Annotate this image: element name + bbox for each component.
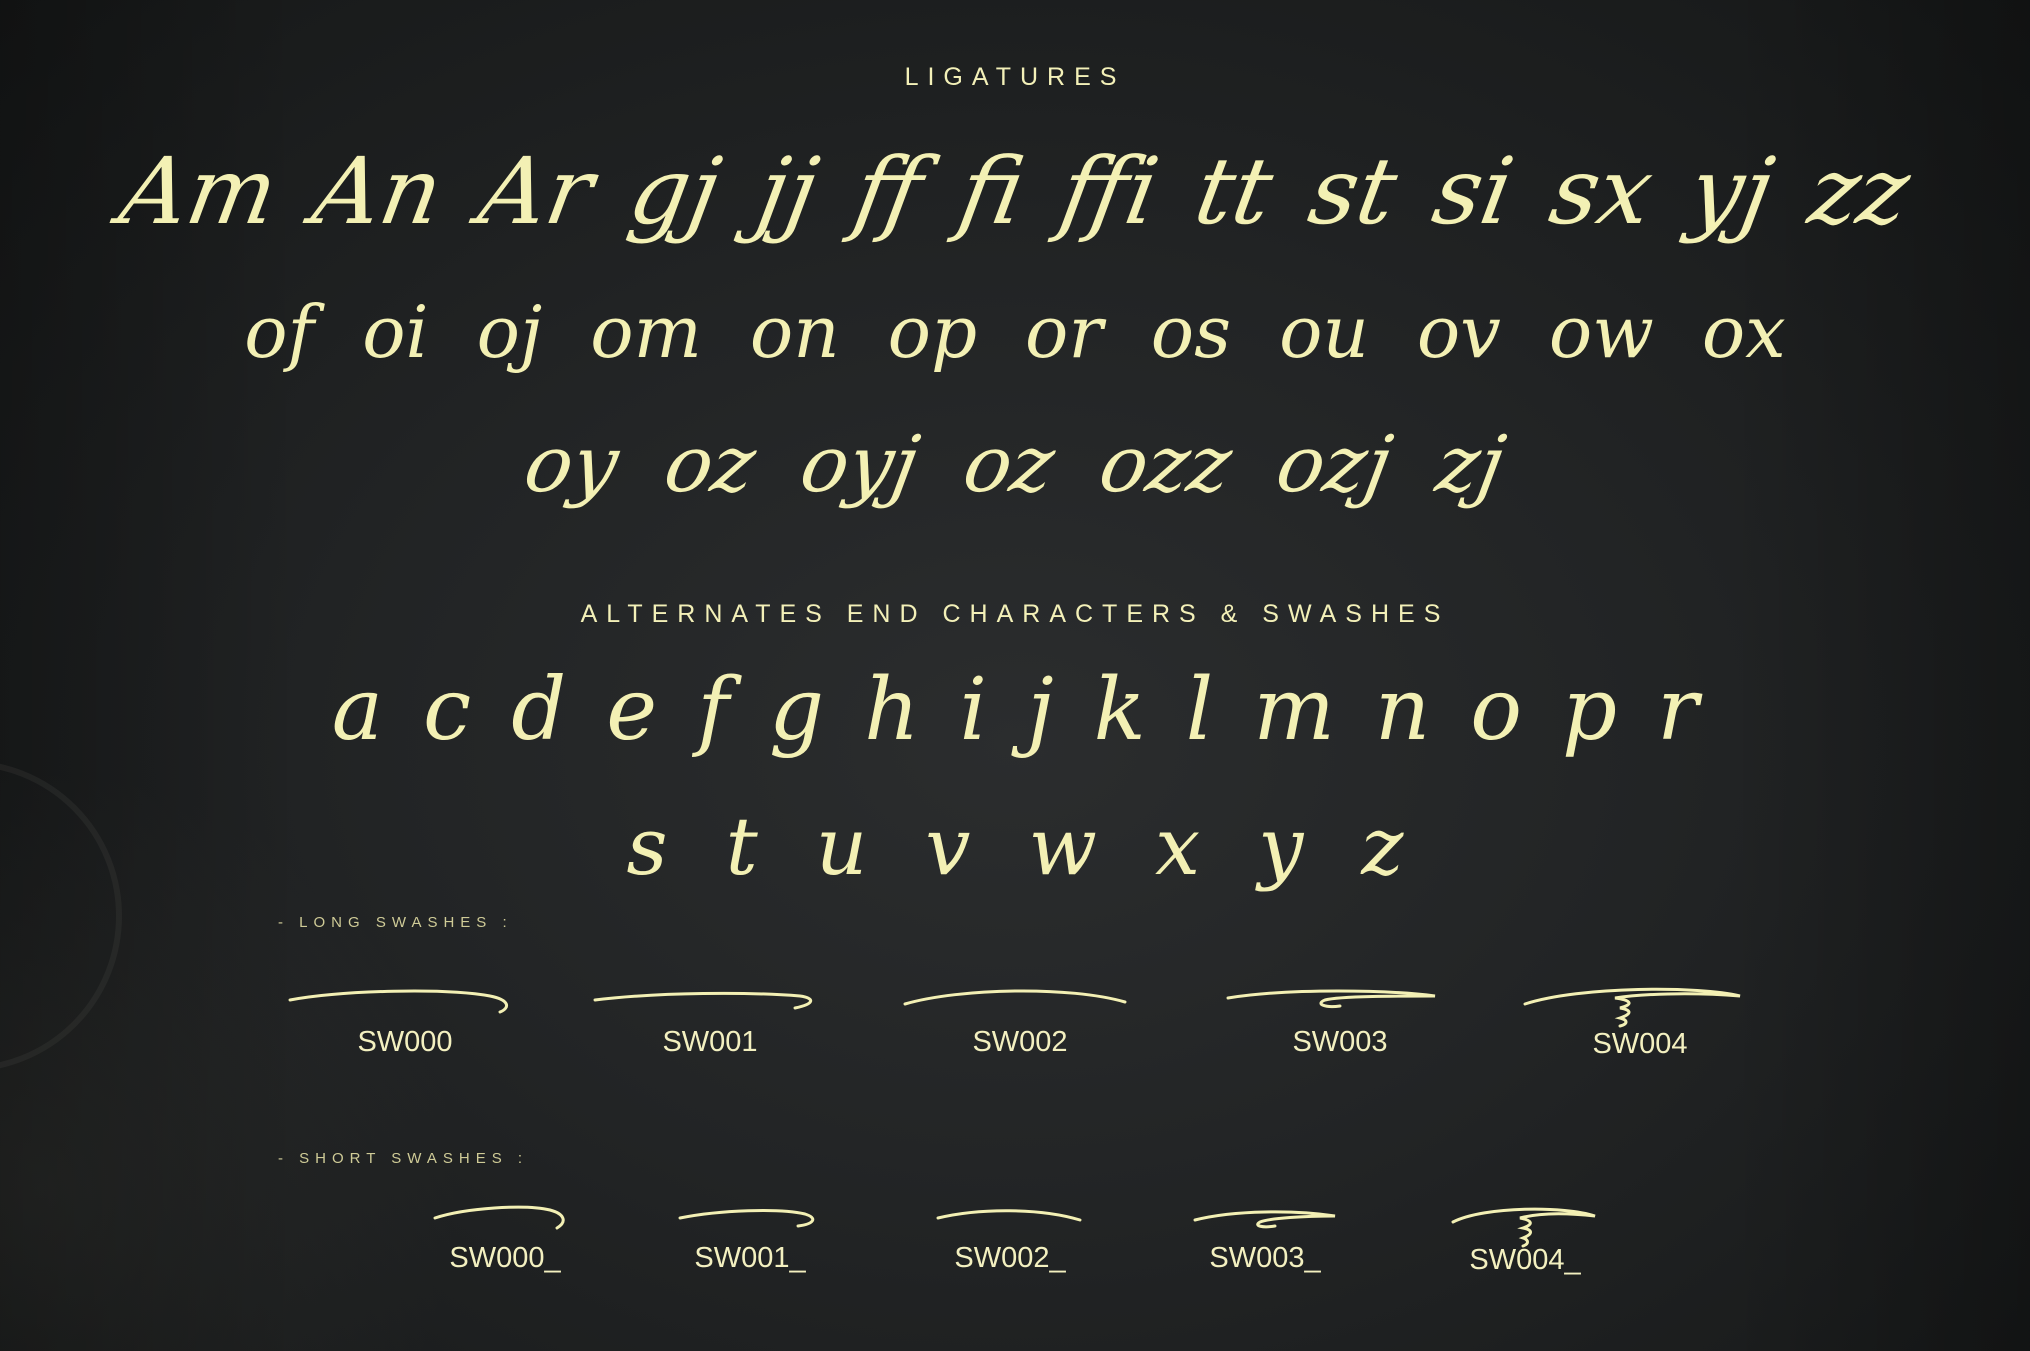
glyph: y xyxy=(1258,800,1304,893)
glyph: e xyxy=(606,660,658,760)
glyph: ou xyxy=(1279,290,1369,374)
glyph: l xyxy=(1185,660,1214,760)
swash-code: SW002_ xyxy=(954,1242,1066,1274)
glyph: x xyxy=(1154,800,1201,893)
swash-code: SW000_ xyxy=(449,1242,561,1274)
swash-sw004: SW004 xyxy=(1520,978,1760,1061)
swash-sw003-short: SW003_ xyxy=(1185,1200,1345,1275)
glyph: d xyxy=(511,660,567,760)
swash-sw000: SW000 xyxy=(285,978,525,1059)
swash-stroke xyxy=(936,1209,1082,1222)
glyph: ozz xyxy=(1092,420,1238,510)
glyph: t xyxy=(725,800,758,893)
ligatures-row-2: of oi oj om on op or os ou ov ow ox xyxy=(0,290,2030,374)
glyph: or xyxy=(1025,290,1103,374)
glyph: u xyxy=(815,800,868,893)
swash-code: SW001 xyxy=(662,1026,758,1058)
glyph: st xyxy=(1301,138,1405,245)
swash-stroke xyxy=(288,989,508,1014)
alternates-row-1: a c d e f g h i j k l m n o p r xyxy=(0,660,2030,760)
glyph: o xyxy=(1470,660,1523,760)
swash-code: SW004 xyxy=(1592,1028,1688,1060)
glyph: g xyxy=(769,660,825,760)
glyph: a xyxy=(331,660,384,760)
glyph: on xyxy=(749,290,840,374)
glyph: h xyxy=(864,660,920,760)
alternates-heading: ALTERNATES END CHARACTERS & SWASHES xyxy=(580,600,1450,628)
alternates-row-2: s t u v w x y z xyxy=(0,800,2030,893)
glyph: i xyxy=(959,660,987,760)
glyph: si xyxy=(1425,138,1522,245)
glyph: ox xyxy=(1701,290,1786,374)
swash-stroke xyxy=(433,1205,565,1230)
glyph: oz xyxy=(657,420,762,510)
glyph: m xyxy=(1253,660,1335,760)
glyph: w xyxy=(1028,800,1097,893)
glyph: gj xyxy=(621,138,729,245)
glyph: zj xyxy=(1430,420,1512,510)
ligatures-heading: LIGATURES xyxy=(904,63,1126,91)
ligatures-row-3: oy oz oyj oz ozz ozj zj xyxy=(0,420,2030,510)
glyph: fi xyxy=(951,138,1032,245)
glyph: Am xyxy=(112,138,285,245)
ligatures-row-1: Am An Ar gj jj ff fi ffi tt st si sx yj … xyxy=(0,138,2030,245)
glyph: oj xyxy=(476,290,543,374)
swash-sw000-short: SW000_ xyxy=(425,1200,585,1275)
glyph: Ar xyxy=(471,138,601,245)
glyph: f xyxy=(697,660,730,760)
swash-stroke xyxy=(1193,1210,1336,1229)
glyph: om xyxy=(590,290,702,374)
swash-code: SW003_ xyxy=(1209,1242,1321,1274)
glyph: oyj xyxy=(793,420,925,510)
glyph: s xyxy=(626,800,668,893)
font-specimen-poster: LIGATURES Am An Ar gj jj ff fi ffi tt st… xyxy=(0,0,2030,1351)
glyph: op xyxy=(887,290,978,374)
glyph: zz xyxy=(1802,138,1918,245)
glyph: oy xyxy=(518,420,626,510)
glyph: j xyxy=(1027,660,1054,760)
swash-stroke xyxy=(593,991,813,1010)
glyph: p xyxy=(1562,660,1618,760)
glyph: k xyxy=(1093,660,1146,760)
glyph: of xyxy=(244,290,315,374)
swash-sw004-short: SW004_ xyxy=(1445,1200,1605,1277)
glyph: sx xyxy=(1542,138,1661,245)
glyph: os xyxy=(1150,290,1232,374)
glyph: z xyxy=(1361,800,1404,893)
glyph: oz xyxy=(956,420,1061,510)
long-swashes-label: - LONG SWASHES : xyxy=(278,914,513,931)
swash-sw001-short: SW001_ xyxy=(670,1200,830,1275)
glyph: oi xyxy=(362,290,429,374)
glyph: c xyxy=(423,660,472,760)
swash-sw002-short: SW002_ xyxy=(930,1200,1090,1275)
glyph: ow xyxy=(1548,290,1654,374)
short-swashes-label: - SHORT SWASHES : xyxy=(278,1150,529,1167)
glyph: ov xyxy=(1416,290,1501,374)
glyph: jj xyxy=(749,138,826,245)
swash-stroke xyxy=(903,989,1127,1006)
glyph: ffi xyxy=(1053,138,1167,245)
swash-stroke xyxy=(678,1209,815,1228)
swash-stroke xyxy=(1226,989,1436,1008)
swash-code: SW003 xyxy=(1292,1026,1388,1058)
glyph: r xyxy=(1657,660,1699,760)
swash-sw001: SW001 xyxy=(590,978,830,1059)
swash-sw002: SW002 xyxy=(900,978,1140,1059)
glyph: n xyxy=(1374,660,1431,760)
glyph: ozj xyxy=(1270,420,1399,510)
glyph: An xyxy=(305,138,451,245)
swash-code: SW004_ xyxy=(1469,1244,1581,1276)
glyph: ff xyxy=(846,138,931,245)
swash-code: SW000 xyxy=(357,1026,453,1058)
swash-code: SW002 xyxy=(972,1026,1068,1058)
glyph: tt xyxy=(1187,138,1281,245)
glyph: v xyxy=(925,800,971,893)
swash-sw003: SW003 xyxy=(1220,978,1460,1059)
glyph: yj xyxy=(1681,138,1781,245)
swash-code: SW001_ xyxy=(694,1242,806,1274)
